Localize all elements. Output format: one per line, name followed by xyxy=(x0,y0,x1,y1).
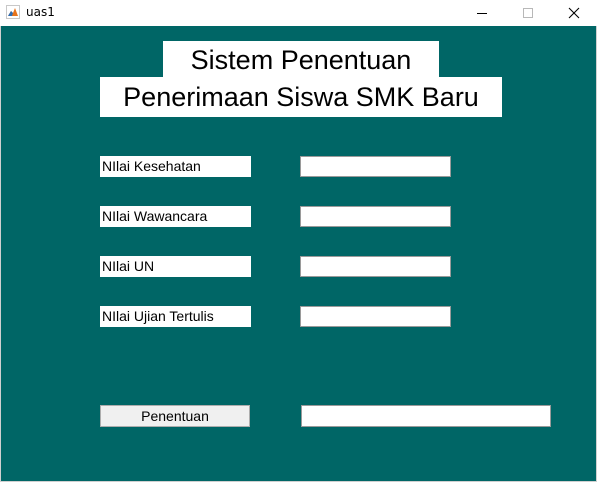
maximize-icon xyxy=(523,8,533,18)
matlab-icon xyxy=(6,5,20,19)
label-nilai-wawancara: NIlai Wawancara xyxy=(100,206,251,227)
close-button[interactable] xyxy=(551,0,597,26)
close-icon xyxy=(568,7,580,19)
penentuan-button[interactable]: Penentuan xyxy=(100,405,250,427)
window-titlebar[interactable]: uas1 xyxy=(0,0,597,26)
input-nilai-kesehatan[interactable] xyxy=(300,156,451,177)
minimize-button[interactable] xyxy=(459,0,505,26)
input-nilai-wawancara[interactable] xyxy=(300,206,451,227)
minimize-icon xyxy=(477,13,487,14)
label-nilai-kesehatan: NIlai Kesehatan xyxy=(100,156,251,177)
label-nilai-un: NIlai UN xyxy=(100,256,251,277)
input-nilai-un[interactable] xyxy=(300,256,451,277)
result-field[interactable] xyxy=(301,405,551,427)
maximize-button[interactable] xyxy=(505,0,551,26)
window-title: uas1 xyxy=(26,5,55,19)
input-nilai-ujian-tertulis[interactable] xyxy=(300,306,451,327)
heading-line-1: Sistem Penentuan xyxy=(163,41,439,79)
heading-line-2: Penerimaan Siswa SMK Baru xyxy=(100,77,502,117)
label-nilai-ujian-tertulis: NIlai Ujian Tertulis xyxy=(100,306,251,327)
